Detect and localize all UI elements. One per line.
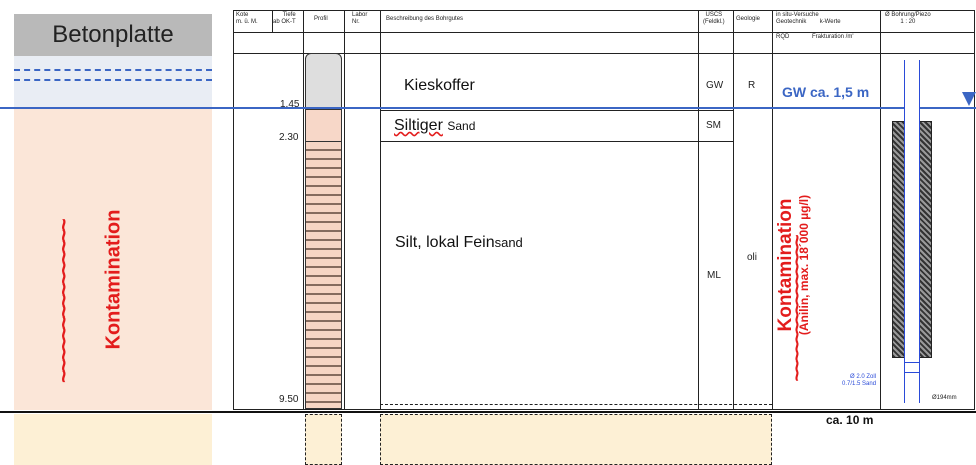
bohrung-header: Ø Bohrung/Piezo 1 : 20 <box>885 12 931 25</box>
layer-kieskoffer: Kieskoffer <box>404 77 475 94</box>
col-line-desc <box>698 10 699 410</box>
groundwater-label: GW ca. 1,5 m <box>782 84 870 100</box>
piezo-screen-top <box>904 362 920 363</box>
col-line-geologie <box>772 10 773 410</box>
geologie-oli: oli <box>747 252 758 263</box>
fraktur-header: Frakturation /m' <box>812 34 854 40</box>
profile-silt <box>305 141 342 409</box>
contamination-title-right: Kontamination <box>775 198 796 332</box>
layer-siltiger-sand: Siltiger Sand <box>394 117 475 135</box>
uscs-sm: SM <box>706 120 721 131</box>
geologie-header: Geologie <box>736 16 761 22</box>
piezo-diameter: Ø194mm <box>932 395 957 401</box>
layer-boundary-3 <box>380 404 772 405</box>
profile-continuation <box>305 414 342 465</box>
concrete-slab-label: Betonplatte <box>14 14 212 56</box>
kote-header: Kote m. ü. M. <box>236 12 258 25</box>
bottom-depth-label: ca. 10 m <box>826 413 874 427</box>
col-line-kote <box>272 10 273 32</box>
piezo-screen-bottom <box>904 372 920 373</box>
uscs-header: USCS (Feldkl.) <box>703 12 725 25</box>
groundwater-marker-icon <box>962 92 976 106</box>
contamination-subtitle-right: (Anilin, max. 18´000 µg/l) <box>797 194 811 336</box>
piezo-note: Ø 2.0 Zoll 0.7/1.5 Sand <box>842 374 876 388</box>
contamination-label-left: Kontamination <box>102 209 125 350</box>
insitu-header: in situ-Versuche Geotechnik k-Werte <box>776 12 841 25</box>
layer-boundary-1 <box>380 110 733 111</box>
layer-siltiger-small: Sand <box>447 119 476 133</box>
labor-header: Labor Nr. <box>352 12 368 25</box>
piezometer-pipe <box>904 60 920 403</box>
contamination-wave-left: ~~~~~~~~~~~~~~~ <box>51 220 76 383</box>
layer-silt-small: sand <box>494 235 523 250</box>
profile-gravel <box>305 53 342 110</box>
col-line-uscs <box>733 10 734 410</box>
layer-siltiger-main: Siltiger <box>394 117 443 134</box>
piezo-note-2: 0.7/1.5 Sand <box>842 381 877 387</box>
col-line-profil <box>344 10 345 410</box>
description-continuation <box>380 414 772 465</box>
piezo-note-1: Ø 2.0 Zoll <box>850 374 877 380</box>
layer-silt-main: Silt, lokal Fein <box>395 234 495 251</box>
water-level-dash-1 <box>14 69 212 71</box>
rqd-header: RQD <box>776 34 790 40</box>
profile-silty-sand <box>305 110 342 141</box>
groundwater-line <box>0 107 976 109</box>
profil-header: Profil <box>314 16 328 22</box>
col-line-labor <box>380 10 381 410</box>
tiefe-header: Tiefe ab OK-T <box>273 12 296 25</box>
depth-3: 9.50 <box>279 394 299 405</box>
description-header: Beschreibung des Bohrgutes <box>386 16 464 22</box>
water-level-dash-2 <box>14 79 212 81</box>
geologie-r: R <box>748 80 756 91</box>
layer-silt: Silt, lokal Feinsand <box>395 234 523 252</box>
uscs-ml: ML <box>707 270 721 281</box>
col-line-tiefe <box>303 10 304 410</box>
depth-2: 2.30 <box>279 132 299 143</box>
bottom-zone-left <box>14 414 212 465</box>
uscs-gw: GW <box>706 80 724 91</box>
layer-boundary-2 <box>380 141 733 142</box>
contamination-label-right: Kontamination (Anilin, max. 18´000 µg/l) <box>775 185 905 345</box>
water-zone <box>14 56 212 108</box>
